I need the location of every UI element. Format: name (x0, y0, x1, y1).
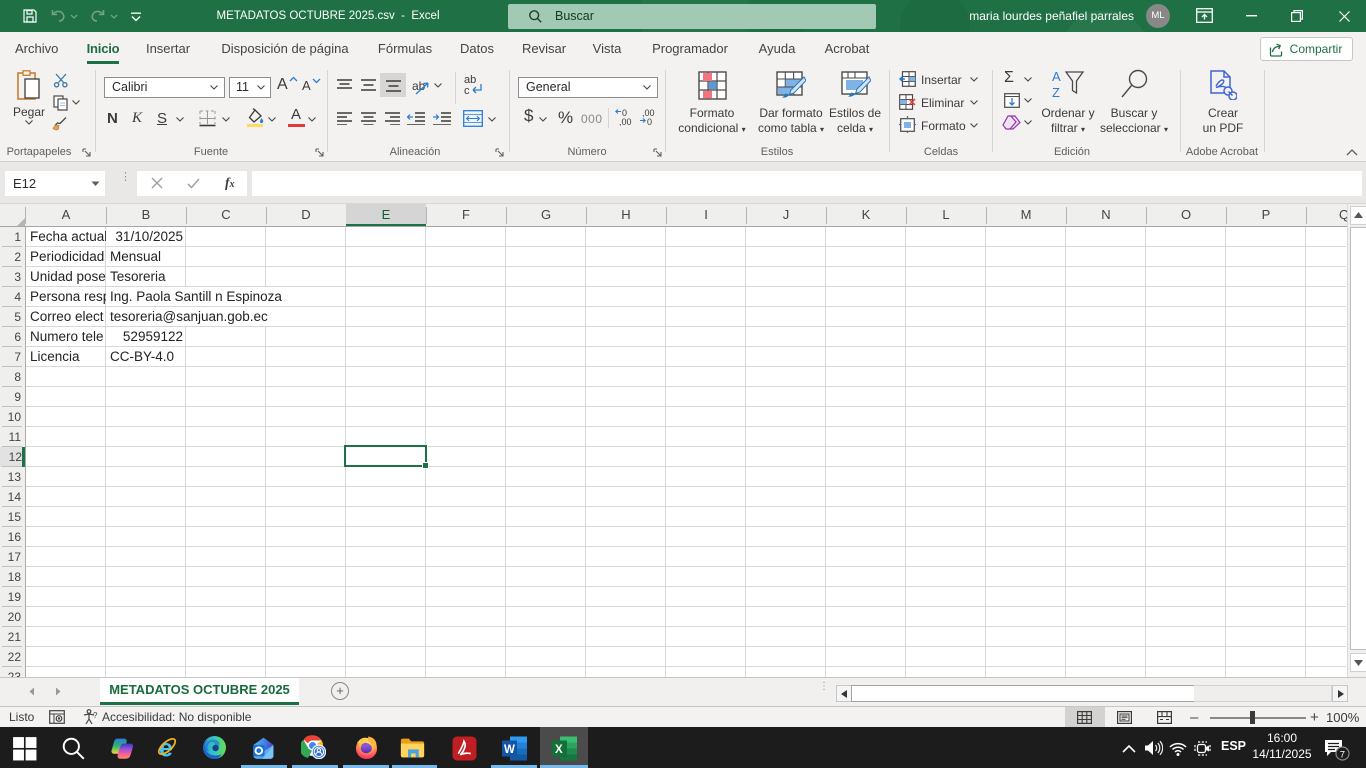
svg-text:,00: ,00 (619, 117, 632, 126)
svg-text:7: 7 (1340, 750, 1345, 761)
svg-text:Z: Z (1052, 85, 1060, 99)
svg-text:0: 0 (647, 117, 652, 126)
svg-text:A: A (1052, 70, 1061, 84)
svg-text:?: ? (93, 711, 98, 720)
svg-text:X: X (555, 744, 563, 756)
svg-text:c: c (464, 85, 470, 96)
svg-text:W: W (504, 744, 515, 756)
